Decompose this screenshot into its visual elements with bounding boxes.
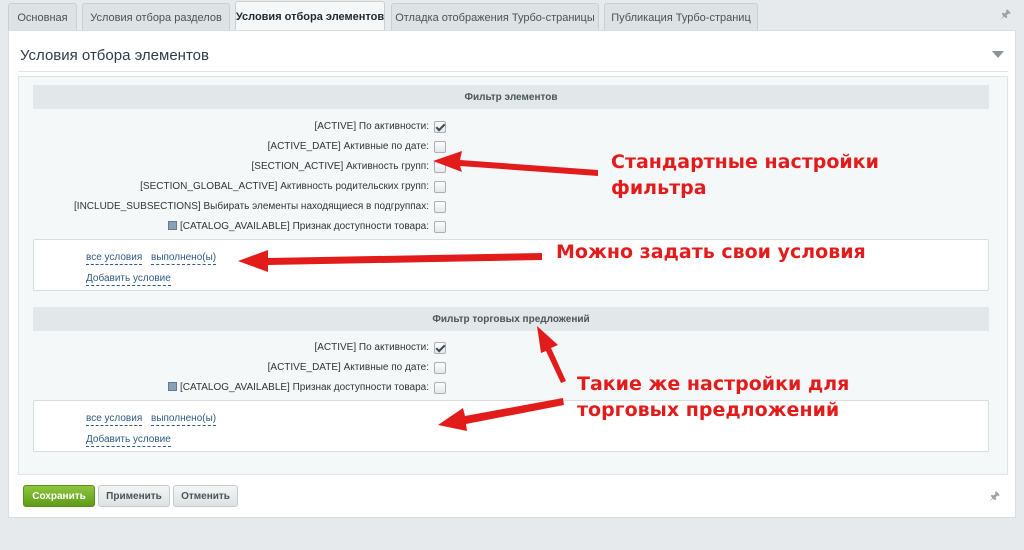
section-global-active-checkbox[interactable] (434, 181, 446, 193)
filter-label: [SECTION_GLOBAL_ACTIVE] Активность родит… (140, 181, 429, 192)
all-conditions-link[interactable]: все условия (86, 252, 143, 265)
offers-catalog-available-checkbox[interactable] (434, 382, 446, 394)
fulfilled-link[interactable]: выполнено(ы) (151, 252, 217, 265)
catalog-icon (167, 382, 177, 391)
all-conditions-link[interactable]: все условия (86, 413, 143, 426)
tab-element-conditions[interactable]: Условия отбора элементов (235, 1, 385, 31)
offers-row-active: [ACTIVE] По активности: (33, 339, 989, 359)
filter-label: [CATALOG_AVAILABLE] Признак доступности … (179, 382, 429, 393)
section-title: Условия отбора элементов (20, 47, 209, 64)
settings-panel: Условия отбора элементов Фильтр элементо… (8, 30, 1016, 518)
filter-label: [ACTIVE_DATE] Активные по дате: (267, 141, 429, 152)
tab-main[interactable]: Основная (8, 3, 77, 31)
filter-row-include-subsections: [INCLUDE_SUBSECTIONS] Выбирать элементы … (33, 198, 989, 218)
section-active-checkbox[interactable] (434, 161, 446, 173)
active-checkbox[interactable] (434, 121, 446, 133)
add-condition-link[interactable]: Добавить условие (86, 273, 171, 286)
annotation-offers-line1: Такие же настройки для (577, 373, 850, 395)
apply-button[interactable]: Применить (98, 485, 170, 507)
annotation-offers-line2: торговых предложений (577, 399, 840, 421)
pin-icon[interactable]: 🖈 (1000, 8, 1011, 20)
tab-turbo-publish[interactable]: Публикация Турбо-страниц (604, 3, 758, 31)
filter-row-active: [ACTIVE] По активности: (33, 118, 989, 138)
filter-label: [ACTIVE_DATE] Активные по дате: (267, 362, 429, 373)
offers-filter-header: Фильтр торговых предложений (33, 307, 989, 331)
filter-label: [INCLUDE_SUBSECTIONS] Выбирать элементы … (74, 201, 429, 212)
filter-row-catalog-available: [CATALOG_AVAILABLE] Признак доступности … (33, 218, 989, 238)
filter-label: [CATALOG_AVAILABLE] Признак доступности … (179, 221, 429, 232)
pin-icon[interactable]: 🖈 (989, 490, 1000, 502)
section-header[interactable]: Условия отбора элементов (18, 38, 1008, 72)
filter-label: [ACTIVE] По активности: (314, 342, 429, 353)
active-date-checkbox[interactable] (434, 141, 446, 153)
tab-turbo-debug[interactable]: Отладка отображения Турбо-страницы (391, 3, 599, 31)
add-condition-link[interactable]: Добавить условие (86, 434, 171, 447)
filter-row-section-global-active: [SECTION_GLOBAL_ACTIVE] Активность родит… (33, 178, 989, 198)
save-button[interactable]: Сохранить (23, 485, 95, 507)
filter-label: [SECTION_ACTIVE] Активность групп: (251, 161, 429, 172)
catalog-icon (167, 221, 177, 230)
fulfilled-link[interactable]: выполнено(ы) (151, 413, 217, 426)
annotation-custom: Можно задать свои условия (556, 241, 866, 263)
offers-active-date-checkbox[interactable] (434, 362, 446, 374)
tab-section-conditions[interactable]: Условия отбора разделов (82, 3, 230, 31)
annotation-standard-line1: Стандартные настройки (611, 151, 879, 173)
offers-active-checkbox[interactable] (434, 342, 446, 354)
offers-conditions-box: все условия выполнено(ы) Добавить услови… (33, 400, 989, 452)
catalog-available-checkbox[interactable] (434, 221, 446, 233)
chevron-down-icon[interactable] (992, 51, 1004, 58)
annotation-standard-line2: фильтра (611, 177, 707, 199)
cancel-button[interactable]: Отменить (173, 485, 238, 507)
tab-bar: Основная Условия отбора разделов Условия… (0, 0, 1024, 31)
include-subsections-checkbox[interactable] (434, 201, 446, 213)
filter-label: [ACTIVE] По активности: (314, 121, 429, 132)
filter-container: Фильтр элементов [ACTIVE] По активности:… (18, 76, 1008, 475)
elements-filter-header: Фильтр элементов (33, 85, 989, 109)
